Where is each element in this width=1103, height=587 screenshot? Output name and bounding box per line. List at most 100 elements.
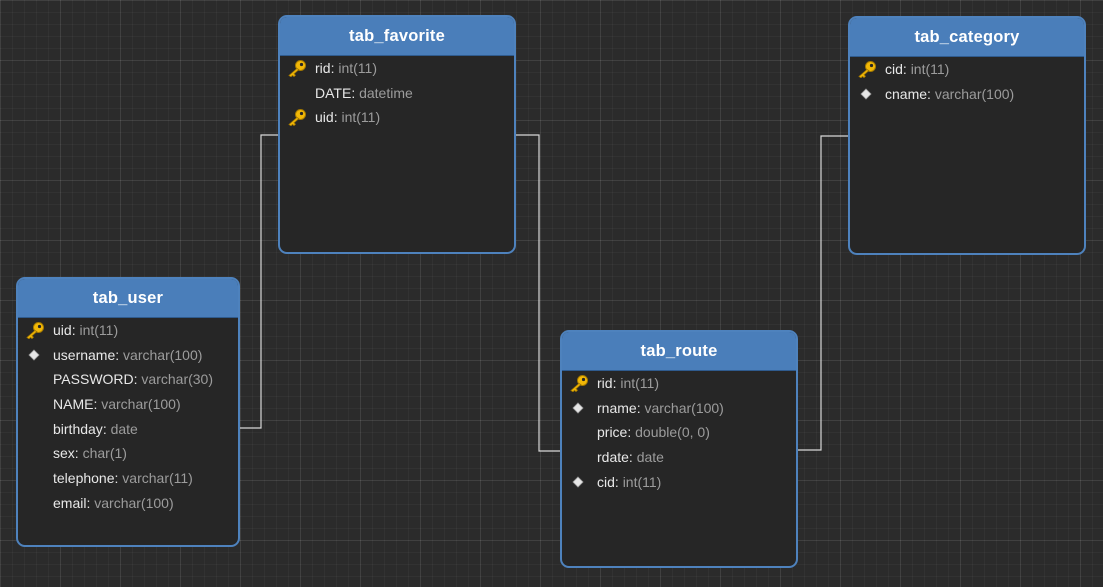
field-type: datetime	[359, 84, 413, 101]
field-name: username	[53, 346, 116, 363]
field-row[interactable]: telephone: varchar(11)	[18, 466, 238, 491]
field-type: date	[636, 449, 664, 466]
relationship-line-route-category[interactable]	[797, 135, 849, 451]
field-name: cname	[885, 85, 928, 102]
field-type: int(11)	[622, 473, 662, 490]
field-name: uid	[53, 322, 72, 338]
field-row[interactable]: cid: int(11)	[850, 57, 1084, 82]
field-row[interactable]: email: varchar(100)	[18, 491, 238, 516]
field-text: PASSWORD: varchar(30)	[53, 367, 213, 392]
field-text: cid: int(11)	[885, 57, 949, 82]
table-title[interactable]: tab_favorite	[280, 17, 514, 56]
field-text: cname: varchar(100)	[885, 82, 1014, 107]
field-type: varchar(100)	[934, 85, 1015, 102]
field-text: sex: char(1)	[53, 441, 127, 466]
field-type: int(11)	[910, 61, 950, 77]
field-name: PASSWORD	[53, 371, 134, 388]
field-row[interactable]: rid: int(11)	[280, 56, 514, 81]
field-type: date	[110, 420, 138, 437]
field-row[interactable]: DATE: datetime	[280, 81, 514, 106]
field-text: price: double(0, 0)	[597, 420, 710, 445]
field-row[interactable]: uid: int(11)	[18, 318, 238, 343]
field-row[interactable]: NAME: varchar(100)	[18, 392, 238, 417]
field-row[interactable]: username: varchar(100)	[18, 343, 238, 368]
field-separator: :	[102, 420, 111, 437]
table-tab-category[interactable]: tab_category cid: int(11) cname: varchar(…	[848, 16, 1086, 255]
field-text: rid: int(11)	[315, 56, 377, 81]
field-name: cid	[885, 61, 903, 77]
field-type: varchar(100)	[101, 396, 181, 413]
relationship-line-favorite-route[interactable]	[515, 134, 561, 452]
primary-key-icon	[856, 60, 878, 78]
primary-key-icon	[568, 374, 590, 392]
field-name: DATE	[315, 84, 352, 101]
unique-diamond-icon	[568, 473, 590, 491]
field-row[interactable]: cname: varchar(100)	[850, 82, 1084, 107]
field-text: uid: int(11)	[315, 105, 380, 130]
field-type: varchar(100)	[644, 399, 724, 416]
field-row[interactable]: cid: int(11)	[562, 470, 796, 495]
field-type: varchar(100)	[123, 346, 203, 363]
field-type: int(11)	[338, 60, 377, 76]
field-text: birthday: date	[53, 417, 138, 442]
field-separator: :	[627, 424, 636, 441]
table-tab-favorite[interactable]: tab_favorite rid: int(11) DATE: datetime u…	[278, 15, 516, 254]
field-name: uid	[315, 109, 334, 126]
field-type: int(11)	[341, 109, 381, 126]
field-text: email: varchar(100)	[53, 491, 174, 516]
field-list: cid: int(11) cname: varchar(100)	[850, 57, 1084, 106]
field-type: char(1)	[82, 445, 127, 462]
field-text: rdate: date	[597, 445, 664, 470]
table-title[interactable]: tab_category	[850, 18, 1084, 57]
field-name: rname	[597, 399, 637, 416]
field-name: price	[597, 424, 628, 441]
field-row[interactable]: price: double(0, 0)	[562, 420, 796, 445]
field-list: uid: int(11) username: varchar(100) PASSWO…	[18, 318, 238, 516]
field-separator: :	[902, 61, 911, 77]
field-separator: :	[74, 445, 83, 462]
field-text: NAME: varchar(100)	[53, 392, 181, 417]
field-type: varchar(100)	[94, 494, 174, 511]
field-row[interactable]: PASSWORD: varchar(30)	[18, 367, 238, 392]
primary-key-icon	[286, 59, 308, 77]
field-row[interactable]: rdate: date	[562, 445, 796, 470]
field-text: rid: int(11)	[597, 371, 659, 396]
unique-diamond-icon	[24, 346, 46, 364]
field-name: telephone	[53, 470, 115, 487]
relationship-line-user-favorite[interactable]	[239, 134, 279, 429]
field-list: rid: int(11) rname: varchar(100) price: do…	[562, 371, 796, 494]
field-row[interactable]: rname: varchar(100)	[562, 396, 796, 421]
primary-key-icon	[286, 108, 308, 127]
unique-diamond-icon	[856, 85, 878, 103]
field-separator: :	[351, 84, 360, 101]
field-type: int(11)	[620, 375, 659, 391]
field-name: cid	[597, 473, 615, 490]
field-type: double(0, 0)	[635, 424, 710, 441]
field-type: int(11)	[79, 322, 119, 338]
field-text: telephone: varchar(11)	[53, 466, 193, 491]
field-text: username: varchar(100)	[53, 343, 202, 368]
field-name: email	[53, 494, 87, 511]
field-name: rid	[315, 60, 331, 76]
table-tab-route[interactable]: tab_route rid: int(11) rname: varchar(100…	[560, 330, 798, 568]
field-name: rid	[597, 375, 613, 391]
field-text: uid: int(11)	[53, 318, 118, 343]
field-row[interactable]: rid: int(11)	[562, 371, 796, 396]
field-separator: :	[927, 85, 935, 102]
primary-key-icon	[24, 321, 46, 339]
field-row[interactable]: uid: int(11)	[280, 105, 514, 130]
unique-diamond-icon	[568, 399, 590, 417]
field-text: cid: int(11)	[597, 470, 661, 495]
table-title[interactable]: tab_route	[562, 332, 796, 371]
field-row[interactable]: sex: char(1)	[18, 441, 238, 466]
field-separator: :	[115, 346, 124, 363]
field-text: DATE: datetime	[315, 81, 413, 106]
field-type: varchar(30)	[141, 371, 214, 388]
field-list: rid: int(11) DATE: datetime uid: int(11)	[280, 56, 514, 130]
field-name: NAME	[53, 396, 94, 413]
table-title[interactable]: tab_user	[18, 279, 238, 318]
field-separator: :	[614, 473, 623, 490]
table-tab-user[interactable]: tab_user uid: int(11) username: varchar(1…	[16, 277, 240, 547]
field-type: varchar(11)	[122, 470, 193, 487]
field-row[interactable]: birthday: date	[18, 417, 238, 442]
